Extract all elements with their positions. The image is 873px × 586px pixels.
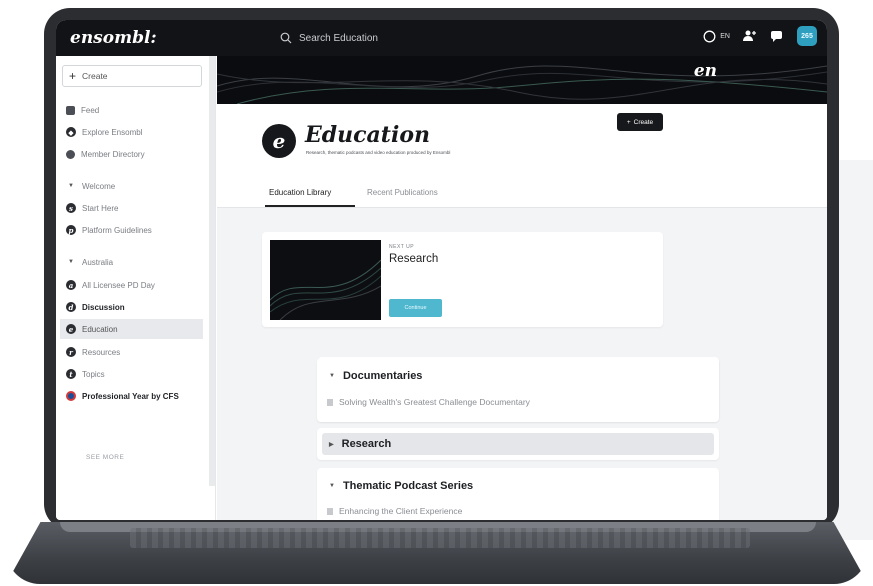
- document-icon: [327, 398, 333, 406]
- caret-down-icon: ▼: [329, 483, 335, 489]
- section-title: Thematic Podcast Series: [342, 480, 474, 492]
- stage: ensombl: Search Education EN 265 + Creat…: [0, 0, 873, 586]
- caret-down-icon: ▼: [68, 259, 74, 265]
- sidebar-create-button[interactable]: + Create: [62, 65, 202, 87]
- sidebar-group-australia[interactable]: ▼ Australia: [66, 252, 208, 272]
- space-icon: t: [66, 369, 76, 379]
- sidebar-item-discussion[interactable]: d Discussion: [66, 297, 208, 317]
- section-research-card: ▶ Research: [317, 428, 719, 460]
- plus-icon: +: [626, 118, 631, 126]
- education-space-icon: e: [262, 124, 296, 158]
- space-icon: p: [66, 225, 76, 235]
- section-podcast-card: ▼ Thematic Podcast Series Enhancing the …: [317, 468, 719, 520]
- people-icon[interactable]: [742, 29, 758, 43]
- sidebar-item-guidelines[interactable]: p Platform Guidelines: [66, 220, 208, 240]
- sidebar-item-label: Feed: [81, 105, 100, 115]
- sidebar-item-explore[interactable]: ◆ Explore Ensombl: [66, 122, 208, 142]
- sidebar-group-welcome[interactable]: ▼ Welcome: [66, 176, 208, 196]
- app-logo[interactable]: ensombl:: [70, 28, 270, 48]
- sidebar-item-label: Explore Ensombl: [82, 127, 143, 137]
- sidebar: + Create Feed ◆ Explore Ensombl Member D…: [56, 56, 216, 520]
- thumbnail-wave-graphic: [270, 259, 381, 320]
- caret-down-icon: ▼: [329, 373, 335, 379]
- search-bar[interactable]: Search Education: [280, 32, 378, 44]
- sidebar-item-pd-day[interactable]: a All Licensee PD Day: [66, 275, 208, 295]
- sidebar-item-label: Resources: [82, 347, 121, 357]
- section-title: Research: [341, 438, 392, 450]
- cfs-icon: [66, 391, 76, 401]
- laptop-keyboard-texture: [130, 528, 750, 548]
- active-tab-indicator: [265, 205, 355, 207]
- list-item[interactable]: Solving Wealth's Greatest Challenge Docu…: [327, 397, 530, 407]
- section-title: Documentaries: [342, 370, 423, 382]
- see-more-link[interactable]: SEE MORE: [86, 454, 124, 461]
- create-button[interactable]: + Create: [617, 113, 663, 131]
- content-area: NEXT UP Research Continue ▼ Documentarie…: [217, 208, 827, 520]
- sidebar-item-label: Platform Guidelines: [82, 225, 152, 235]
- next-up-label: NEXT UP: [389, 244, 415, 250]
- space-icon: e: [66, 324, 76, 334]
- sidebar-item-label: Member Directory: [81, 149, 145, 159]
- sidebar-item-members[interactable]: Member Directory: [66, 144, 208, 164]
- sidebar-item-topics[interactable]: t Topics: [66, 364, 208, 384]
- caret-down-icon: ▼: [68, 183, 74, 189]
- section-documentaries-card: ▼ Documentaries Solving Wealth's Greates…: [317, 358, 719, 422]
- plus-icon: +: [69, 69, 77, 83]
- sidebar-item-education[interactable]: e Education: [60, 319, 203, 339]
- section-header-documentaries[interactable]: ▼ Documentaries: [329, 370, 422, 382]
- space-icon: a: [66, 280, 76, 290]
- space-icon: r: [66, 347, 76, 357]
- members-icon: [66, 149, 75, 159]
- screen: ensombl: Search Education EN 265 + Creat…: [56, 20, 827, 520]
- next-up-card: NEXT UP Research Continue: [262, 232, 663, 327]
- research-thumbnail[interactable]: [270, 240, 381, 320]
- sidebar-item-label: Start Here: [82, 203, 119, 213]
- document-icon: [327, 507, 333, 515]
- sidebar-item-label: Professional Year by CFS: [82, 391, 179, 401]
- space-icon: s: [66, 203, 76, 213]
- compass-icon: ◆: [66, 127, 76, 137]
- sidebar-scrollbar[interactable]: [209, 56, 215, 486]
- section-header-podcast[interactable]: ▼ Thematic Podcast Series: [329, 480, 473, 492]
- banner-logo: en: [693, 61, 717, 81]
- list-item-label: Solving Wealth's Greatest Challenge Docu…: [339, 397, 530, 407]
- sidebar-item-label: Education: [82, 324, 118, 334]
- sidebar-item-label: Discussion: [82, 302, 125, 312]
- sidebar-item-start-here[interactable]: s Start Here: [66, 198, 208, 218]
- language-label[interactable]: EN: [720, 33, 730, 40]
- user-avatar[interactable]: 265: [797, 26, 817, 46]
- chat-icon[interactable]: [770, 30, 785, 43]
- sidebar-create-label: Create: [82, 71, 108, 81]
- continue-button[interactable]: Continue: [389, 299, 442, 317]
- banner-wave-graphic: [217, 65, 827, 104]
- sidebar-item-label: All Licensee PD Day: [82, 280, 155, 290]
- search-placeholder: Search Education: [299, 32, 378, 44]
- page-subtitle: Research, thematic podcasts and video ed…: [306, 150, 451, 155]
- sidebar-item-label: Welcome: [82, 181, 116, 191]
- create-button-label: Create: [633, 118, 654, 126]
- sidebar-item-label: Topics: [82, 369, 105, 379]
- globe-icon[interactable]: [703, 30, 716, 43]
- search-icon: [280, 32, 292, 44]
- caret-right-icon: ▶: [329, 441, 334, 448]
- top-icons: EN 265: [703, 26, 817, 46]
- sidebar-item-resources[interactable]: r Resources: [66, 342, 208, 362]
- list-item[interactable]: Enhancing the Client Experience: [327, 506, 462, 516]
- list-item-label: Enhancing the Client Experience: [339, 506, 463, 516]
- page-title: Education: [305, 122, 430, 148]
- feed-icon: [66, 105, 75, 115]
- next-up-title[interactable]: Research: [389, 253, 438, 265]
- top-bar: ensombl: Search Education EN 265: [56, 20, 827, 56]
- page-header: e Education Research, thematic podcasts …: [217, 104, 827, 208]
- space-icon: d: [66, 302, 76, 312]
- space-banner: en: [217, 56, 827, 104]
- sidebar-item-feed[interactable]: Feed: [66, 100, 208, 120]
- section-header-research[interactable]: ▶ Research: [329, 438, 391, 450]
- sidebar-item-professional-year[interactable]: Professional Year by CFS: [66, 386, 208, 406]
- tab-recent-publications[interactable]: Recent Publications: [367, 188, 438, 197]
- sidebar-item-label: Australia: [82, 257, 114, 267]
- tab-education-library[interactable]: Education Library: [269, 188, 331, 197]
